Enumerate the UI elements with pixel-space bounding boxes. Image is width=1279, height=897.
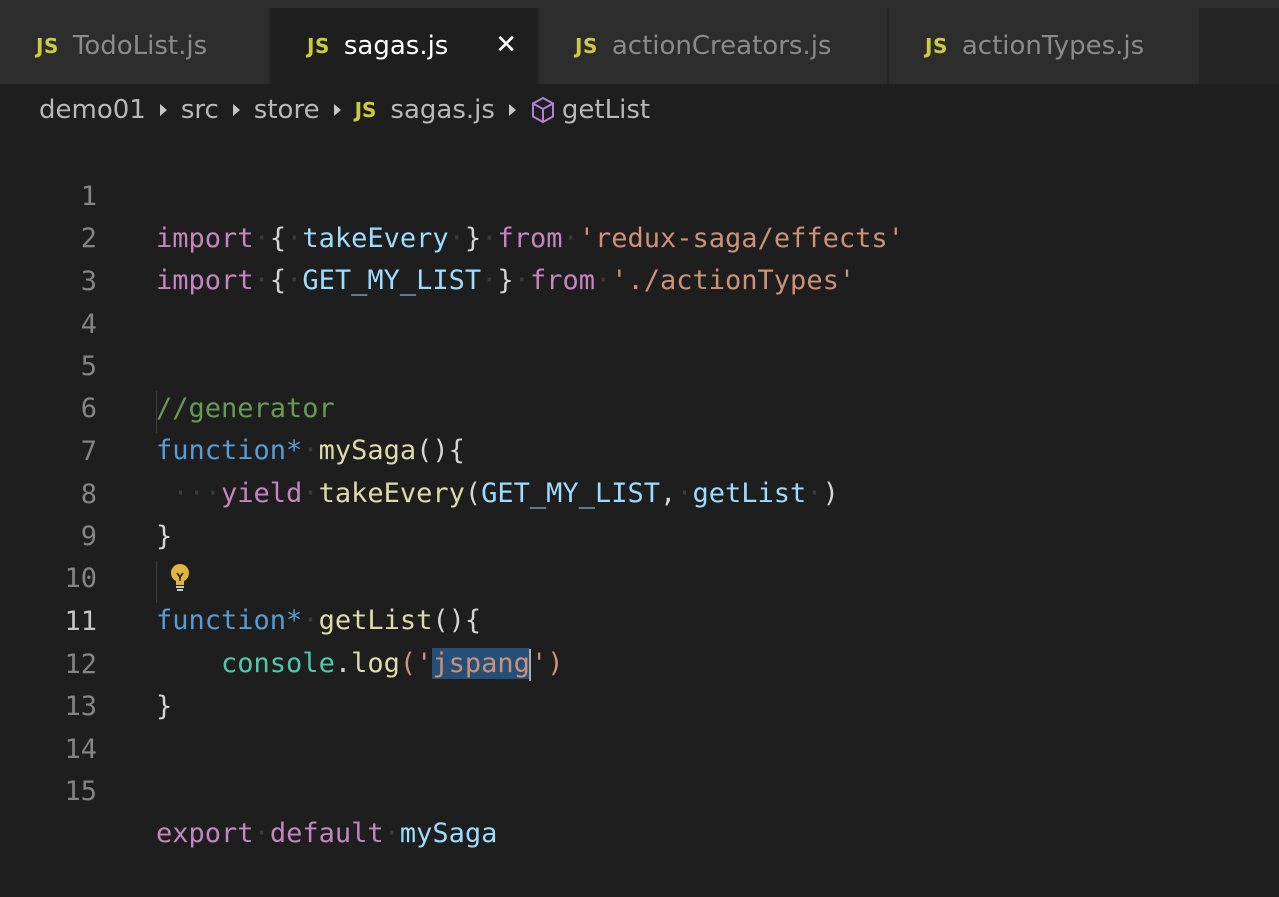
- chevron-right-icon: [232, 104, 240, 116]
- js-file-icon: JS: [307, 34, 330, 58]
- lightbulb-icon[interactable]: [165, 562, 195, 594]
- code-line: 12 }: [0, 602, 1279, 722]
- js-file-icon: JS: [36, 34, 59, 58]
- tab-actiontypes[interactable]: JS actionTypes.js: [889, 8, 1201, 84]
- breadcrumb: demo01 src store JS sagas.js getList: [0, 84, 1279, 136]
- keyword-default: default: [269, 818, 384, 849]
- code-line: 5 //generator: [0, 304, 1279, 424]
- tab-label: actionCreators.js: [611, 31, 832, 61]
- js-file-icon: JS: [925, 34, 948, 58]
- code-line: 13: [0, 644, 1279, 722]
- identifier: mySaga: [399, 818, 498, 849]
- cube-icon: [531, 96, 554, 124]
- code-editor[interactable]: 1 import·{·takeEvery·}·from·'redux-saga/…: [0, 134, 1279, 849]
- editor-tab-bar: JS TodoList.js JS sagas.js ✕ JS actionCr…: [0, 8, 1279, 84]
- breadcrumb-item-demo01[interactable]: demo01: [39, 95, 146, 125]
- code-line: 15 export·default·mySaga: [0, 729, 1279, 849]
- breadcrumb-item-store[interactable]: store: [254, 95, 320, 125]
- code-line: 4: [0, 262, 1279, 340]
- code-line: 7 ···yield·takeEvery(GET_MY_LIST,·getLis…: [0, 389, 1279, 509]
- close-icon[interactable]: ✕: [495, 30, 517, 60]
- code-line: 9: [0, 474, 1279, 552]
- tab-label: sagas.js: [343, 31, 449, 61]
- code-line: 8 }: [0, 432, 1279, 552]
- breadcrumb-item-symbol[interactable]: getList: [562, 95, 650, 125]
- code-line: 6 function*·mySaga(){: [0, 346, 1279, 466]
- keyword-export: export: [156, 818, 254, 849]
- chevron-right-icon: [159, 104, 167, 116]
- chevron-right-icon: [508, 104, 516, 116]
- chevron-right-icon: [333, 104, 341, 116]
- breadcrumb-item-file[interactable]: sagas.js: [390, 95, 495, 125]
- tab-label: TodoList.js: [72, 31, 208, 61]
- tab-sagas[interactable]: JS sagas.js ✕: [271, 8, 539, 84]
- window-top-strip: [0, 0, 1279, 8]
- tab-todolist[interactable]: JS TodoList.js: [0, 8, 271, 84]
- breadcrumb-item-src[interactable]: src: [181, 95, 219, 125]
- code-line: 14: [0, 687, 1279, 765]
- line-number: 15: [64, 776, 97, 807]
- js-file-icon: JS: [354, 98, 377, 122]
- code-line: 2 import·{·GET_MY_LIST·}·from·'./actionT…: [0, 176, 1279, 296]
- js-file-icon: JS: [575, 34, 598, 58]
- tab-label: actionTypes.js: [961, 31, 1145, 61]
- tab-actioncreators[interactable]: JS actionCreators.js: [539, 8, 889, 84]
- code-line: 1 import·{·takeEvery·}·from·'redux-saga/…: [0, 134, 1279, 254]
- code-line: 3: [0, 219, 1279, 297]
- code-line: 10 function*·getList(){: [0, 516, 1279, 636]
